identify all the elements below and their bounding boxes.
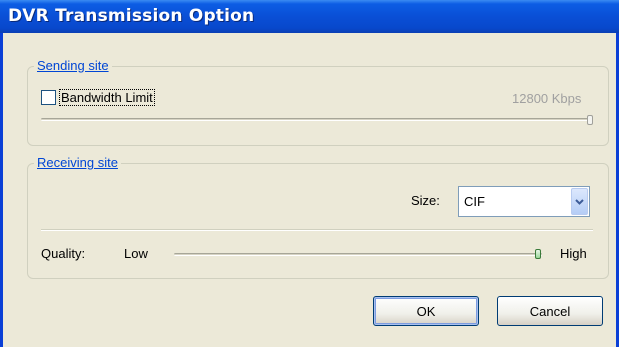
ok-button[interactable]: OK xyxy=(373,296,479,326)
receiving-site-label: Receiving site xyxy=(34,155,121,170)
bandwidth-value: 12800 Kbps xyxy=(512,91,582,106)
receiving-separator xyxy=(41,229,593,231)
quality-label: Quality: xyxy=(41,246,86,261)
quality-low-label: Low xyxy=(124,246,148,261)
bandwidth-slider-thumb[interactable] xyxy=(587,115,593,125)
size-select[interactable]: CIF xyxy=(458,186,590,217)
receiving-site-group: Receiving site xyxy=(27,155,609,279)
title-bar[interactable]: DVR Transmission Option xyxy=(0,0,619,33)
bandwidth-slider-track[interactable] xyxy=(41,118,593,121)
size-label: Size: xyxy=(411,193,440,208)
size-select-value: CIF xyxy=(464,194,485,209)
sending-site-group: Sending site xyxy=(27,58,609,146)
sending-site-label: Sending site xyxy=(34,58,112,73)
quality-slider-track[interactable] xyxy=(174,253,542,256)
quality-slider-thumb[interactable] xyxy=(535,249,541,259)
window-title: DVR Transmission Option xyxy=(8,6,255,26)
bandwidth-limit-label[interactable]: Bandwidth Limit xyxy=(59,89,155,106)
dialog-window: DVR Transmission Option Sending site Ban… xyxy=(0,0,619,347)
chevron-down-icon[interactable] xyxy=(571,188,588,215)
cancel-button[interactable]: Cancel xyxy=(497,296,603,326)
quality-high-label: High xyxy=(560,246,587,261)
bandwidth-limit-checkbox[interactable] xyxy=(41,90,56,105)
